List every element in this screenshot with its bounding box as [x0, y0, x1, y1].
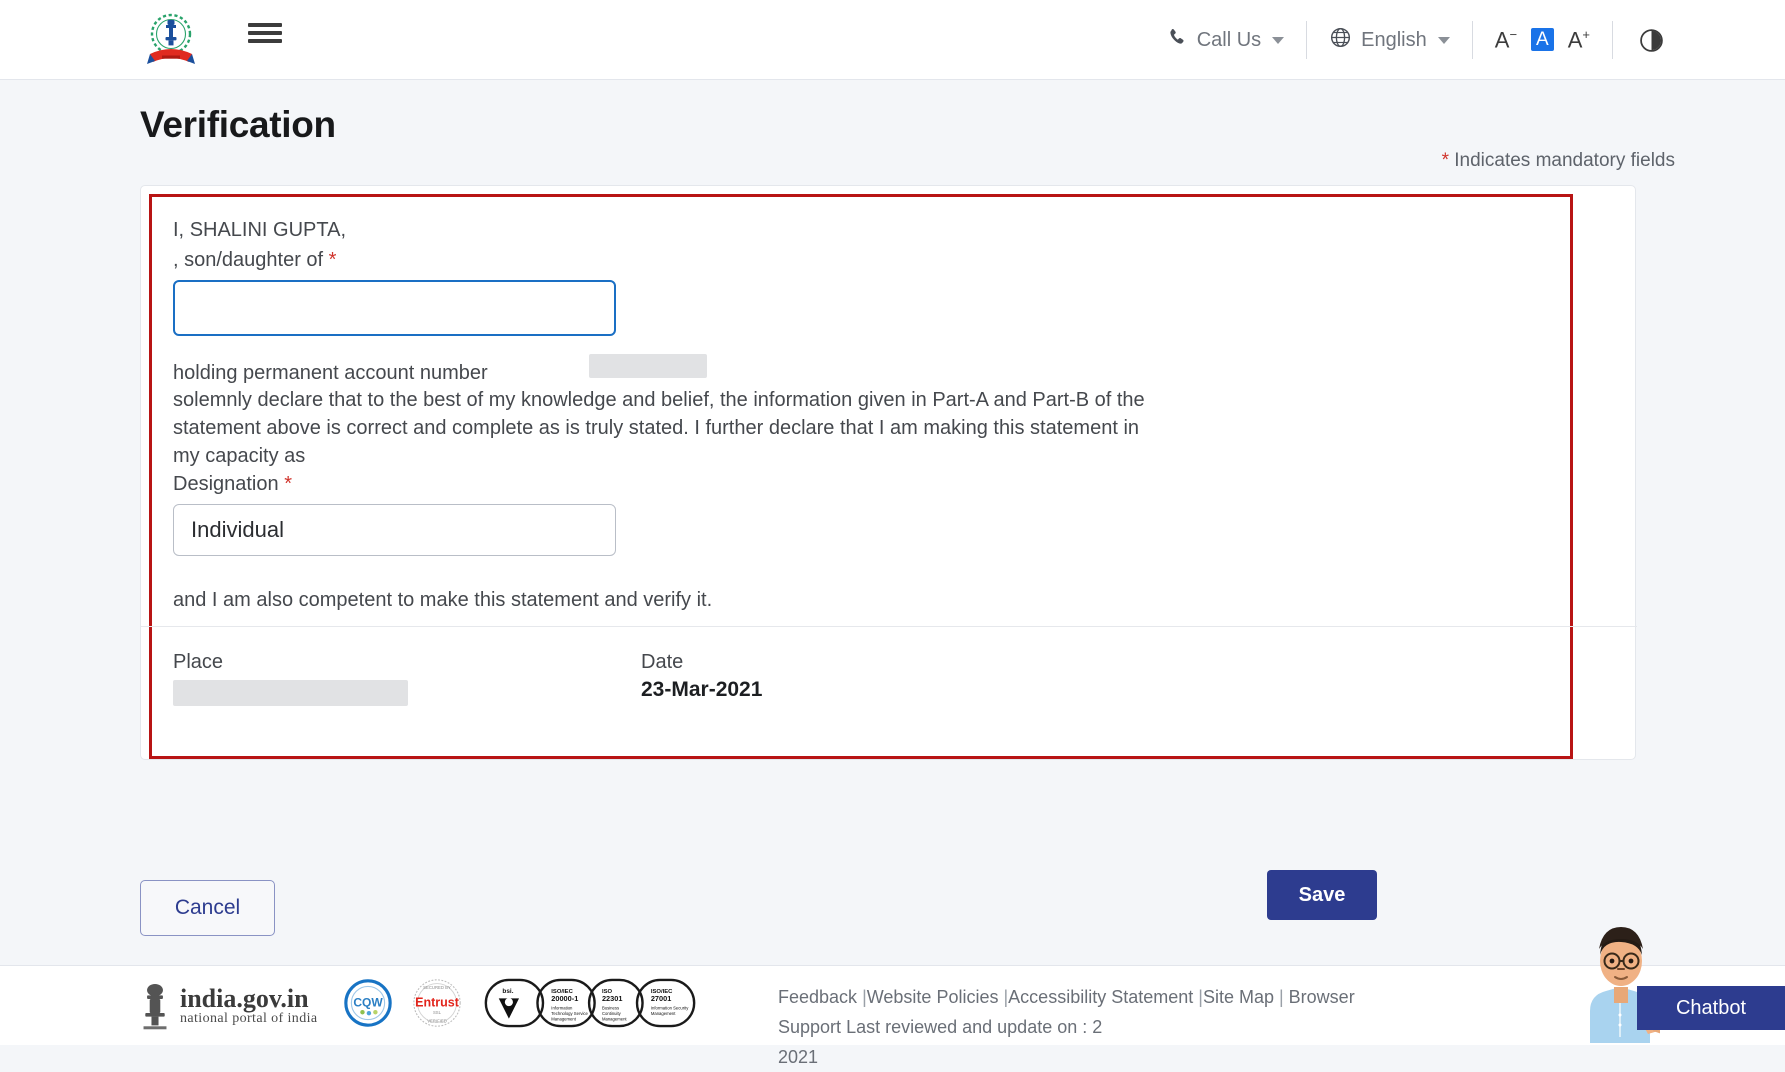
stqc-certification-badge[interactable]: CQW — [344, 979, 392, 1032]
svg-text:Management: Management — [650, 1011, 675, 1016]
declaration-line-2: statement above is correct and complete … — [173, 414, 1139, 442]
svg-text:Entrust: Entrust — [415, 996, 460, 1010]
footer-certification-badges: india.gov.in national portal of india CQ… — [140, 976, 696, 1035]
footer-links: Feedback |Website Policies |Accessibilit… — [778, 982, 1398, 1072]
national-emblem-icon — [140, 981, 170, 1031]
footer-link-site-map[interactable]: Site Map — [1203, 987, 1274, 1007]
contrast-toggle-button[interactable] — [1613, 28, 1690, 53]
svg-text:Technology Service: Technology Service — [551, 1011, 588, 1016]
page-title: Verification — [140, 104, 336, 146]
mandatory-note-text: Indicates mandatory fields — [1454, 150, 1675, 171]
phone-icon — [1167, 27, 1188, 54]
chevron-down-icon — [1272, 37, 1284, 44]
declaration-line-1: solemnly declare that to the best of my … — [173, 386, 1145, 414]
declaration-line-3: my capacity as — [173, 442, 305, 470]
svg-text:Management: Management — [601, 1017, 626, 1022]
svg-text:bsi.: bsi. — [502, 988, 513, 995]
last-reviewed-year: 2021 — [778, 1047, 818, 1067]
svg-text:Business: Business — [601, 1005, 618, 1010]
site-header: Call Us English A− A A+ — [0, 0, 1785, 80]
svg-text:Management: Management — [551, 1017, 576, 1022]
required-star: * — [284, 473, 292, 495]
svg-text:20000-1: 20000-1 — [551, 994, 578, 1003]
india-gov-subtitle: national portal of india — [180, 1012, 318, 1027]
contrast-icon — [1639, 28, 1664, 53]
relation-label: , son/daughter of * — [173, 246, 336, 274]
declarant-name: SHALINI GUPTA, — [190, 219, 346, 241]
hamburger-bar — [248, 31, 282, 35]
chevron-down-icon — [1438, 37, 1450, 44]
cancel-button[interactable]: Cancel — [140, 880, 275, 936]
pan-line: holding permanent account number — [173, 359, 488, 387]
mandatory-star: * — [1442, 150, 1449, 171]
svg-text:VERIFIED: VERIFIED — [427, 1018, 447, 1023]
father-or-mother-name-input[interactable] — [173, 280, 616, 336]
hamburger-menu-icon[interactable] — [248, 20, 282, 46]
svg-text:27001: 27001 — [650, 994, 670, 1003]
income-tax-department-logo-icon[interactable] — [140, 8, 202, 70]
pan-label-text: holding permanent account number — [173, 362, 488, 384]
declarant-name-line: I, SHALINI GUPTA, — [173, 216, 346, 244]
verification-card: I, SHALINI GUPTA, , son/daughter of * ho… — [140, 185, 1636, 760]
language-dropdown[interactable]: English — [1307, 26, 1472, 55]
site-footer: india.gov.in national portal of india CQ… — [0, 965, 1785, 1045]
date-value: 23-Mar-2021 — [641, 678, 762, 702]
place-value-redacted — [173, 680, 408, 706]
svg-text:CQW: CQW — [353, 996, 383, 1010]
date-label: Date — [641, 651, 683, 674]
globe-icon — [1329, 26, 1352, 55]
relation-label-text: , son/daughter of — [173, 249, 323, 271]
footer-link-accessibility-statement[interactable]: Accessibility Statement — [1008, 987, 1193, 1007]
section-divider — [141, 626, 1637, 627]
mandatory-fields-note: * Indicates mandatory fields — [1442, 150, 1675, 172]
call-us-label: Call Us — [1197, 29, 1261, 52]
chatbot-widget: Chatbot — [1560, 910, 1785, 1045]
designation-label-text: Designation — [173, 473, 279, 495]
font-increase-button[interactable]: A+ — [1568, 28, 1590, 51]
page-content: Verification * Indicates mandatory field… — [0, 80, 1785, 965]
competent-statement: and I am also competent to make this sta… — [173, 586, 712, 614]
header-utilities: Call Us English A− A A+ — [1145, 0, 1690, 80]
designation-label: Designation * — [173, 470, 292, 498]
last-reviewed-text: Last reviewed and update on : 2 — [846, 1017, 1102, 1037]
footer-link-website-policies[interactable]: Website Policies — [867, 987, 999, 1007]
svg-text:Information Security: Information Security — [650, 1005, 688, 1010]
place-label: Place — [173, 651, 223, 674]
bsi-iso-certifications-badge[interactable]: bsi. ISO/IEC 20000-1 Information Technol… — [484, 976, 696, 1035]
intro-prefix: I, — [173, 219, 184, 241]
svg-text:22301: 22301 — [601, 994, 621, 1003]
pan-number-redacted — [589, 354, 707, 378]
save-button[interactable]: Save — [1267, 870, 1377, 920]
footer-link-feedback[interactable]: Feedback — [778, 987, 857, 1007]
chatbot-button[interactable]: Chatbot — [1637, 986, 1785, 1030]
hamburger-bar — [248, 23, 282, 27]
font-normal-button[interactable]: A — [1531, 28, 1554, 51]
india-gov-in-badge[interactable]: india.gov.in national portal of india — [140, 981, 318, 1031]
font-decrease-button[interactable]: A− — [1495, 28, 1517, 51]
language-label: English — [1361, 29, 1427, 52]
svg-text:Information: Information — [551, 1005, 573, 1010]
required-star: * — [329, 249, 337, 271]
call-us-dropdown[interactable]: Call Us — [1145, 27, 1306, 54]
designation-input[interactable] — [173, 504, 616, 556]
svg-text:Continuity: Continuity — [601, 1011, 621, 1016]
india-gov-title: india.gov.in — [180, 985, 318, 1012]
svg-text:SECURED BY: SECURED BY — [423, 985, 451, 990]
svg-text:SSL: SSL — [432, 1010, 441, 1015]
hamburger-bar — [248, 39, 282, 43]
font-size-controls: A− A A+ — [1473, 28, 1612, 51]
entrust-secured-badge[interactable]: SECURED BY Entrust SSL VERIFIED — [412, 978, 462, 1033]
